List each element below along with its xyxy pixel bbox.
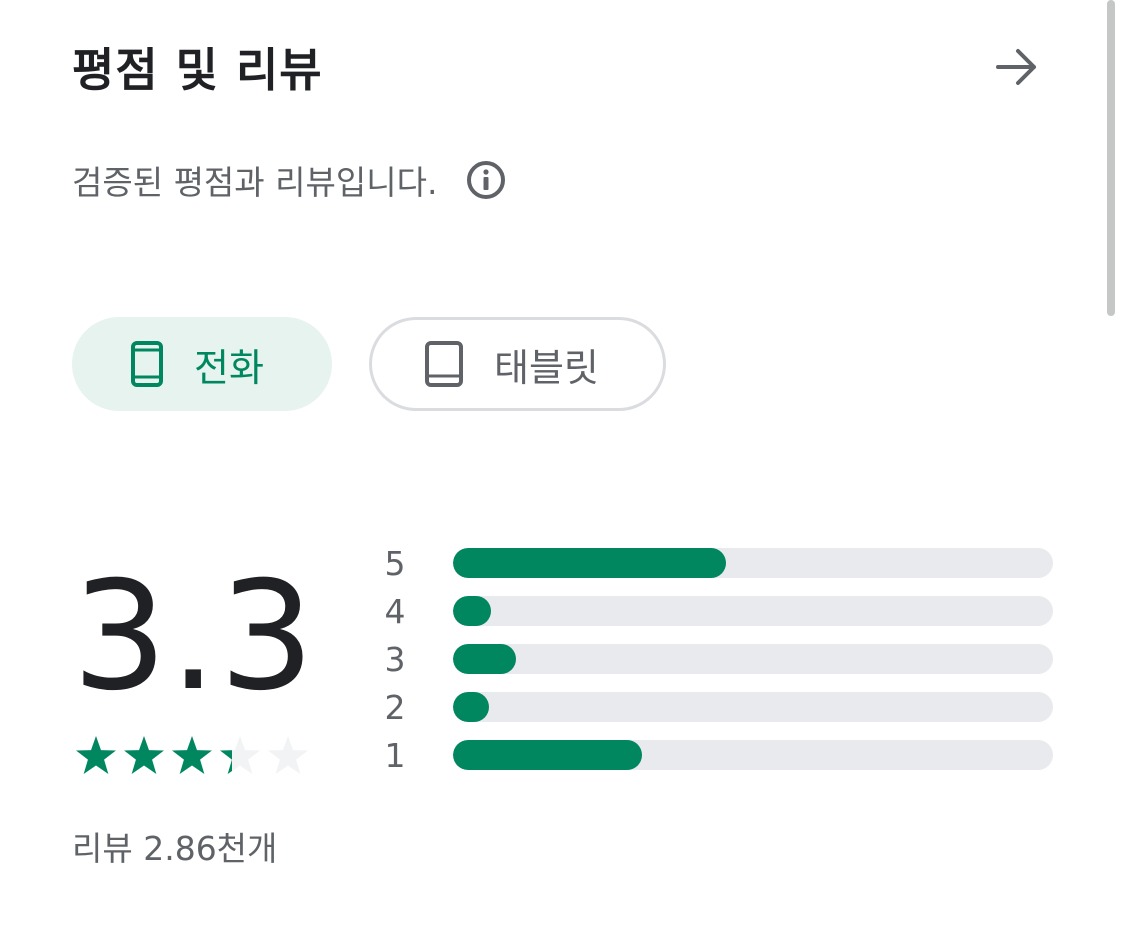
rating-bar-label: 3 (384, 640, 406, 679)
chip-phone-label: 전화 (194, 345, 264, 390)
rating-bar-fill (453, 548, 726, 578)
rating-bar-row: 2 (380, 684, 1060, 732)
rating-bar-label: 5 (384, 544, 406, 583)
section-title: 평점 및 리뷰 (72, 43, 323, 97)
scrollbar[interactable] (1107, 0, 1115, 316)
phone-icon (130, 340, 164, 388)
chip-tablet[interactable]: 태블릿 (369, 317, 666, 411)
rating-bar-fill (453, 692, 489, 722)
star-rating (75, 734, 315, 778)
subtitle-row: 검증된 평점과 리뷰입니다. (72, 155, 507, 205)
rating-bar-row: 4 (380, 588, 1060, 636)
rating-bar-track (453, 596, 1053, 626)
chip-phone[interactable]: 전화 (72, 317, 332, 411)
tablet-icon (424, 340, 464, 388)
rating-bar-fill (453, 740, 642, 770)
arrow-right-icon[interactable] (992, 42, 1042, 92)
rating-bar-fill (453, 596, 491, 626)
rating-bar-label: 4 (384, 592, 406, 631)
rating-bar-row: 1 (380, 732, 1060, 780)
rating-bar-label: 2 (384, 688, 406, 727)
star-icon (76, 736, 116, 774)
star-icon (268, 736, 308, 774)
review-count: 리뷰 2.86천개 (72, 829, 278, 868)
star-icon (172, 736, 212, 774)
rating-bar-track (453, 548, 1053, 578)
device-chips: 전화 태블릿 (72, 317, 666, 411)
ratings-header: 평점 및 리뷰 (72, 30, 1045, 102)
subtitle-text: 검증된 평점과 리뷰입니다. (72, 163, 438, 202)
rating-bar-fill (453, 644, 516, 674)
chip-tablet-label: 태블릿 (494, 345, 599, 390)
average-rating: 3.3 (72, 550, 317, 724)
star-icon (220, 736, 260, 774)
info-icon[interactable] (465, 159, 507, 201)
rating-bar-track (453, 740, 1053, 770)
rating-bar-label: 1 (384, 736, 406, 775)
rating-bar-row: 3 (380, 636, 1060, 684)
rating-bar-row: 5 (380, 540, 1060, 588)
rating-distribution: 5 4 3 2 1 (380, 540, 1060, 790)
rating-bar-track (453, 644, 1053, 674)
star-icon (124, 736, 164, 774)
rating-bar-track (453, 692, 1053, 722)
